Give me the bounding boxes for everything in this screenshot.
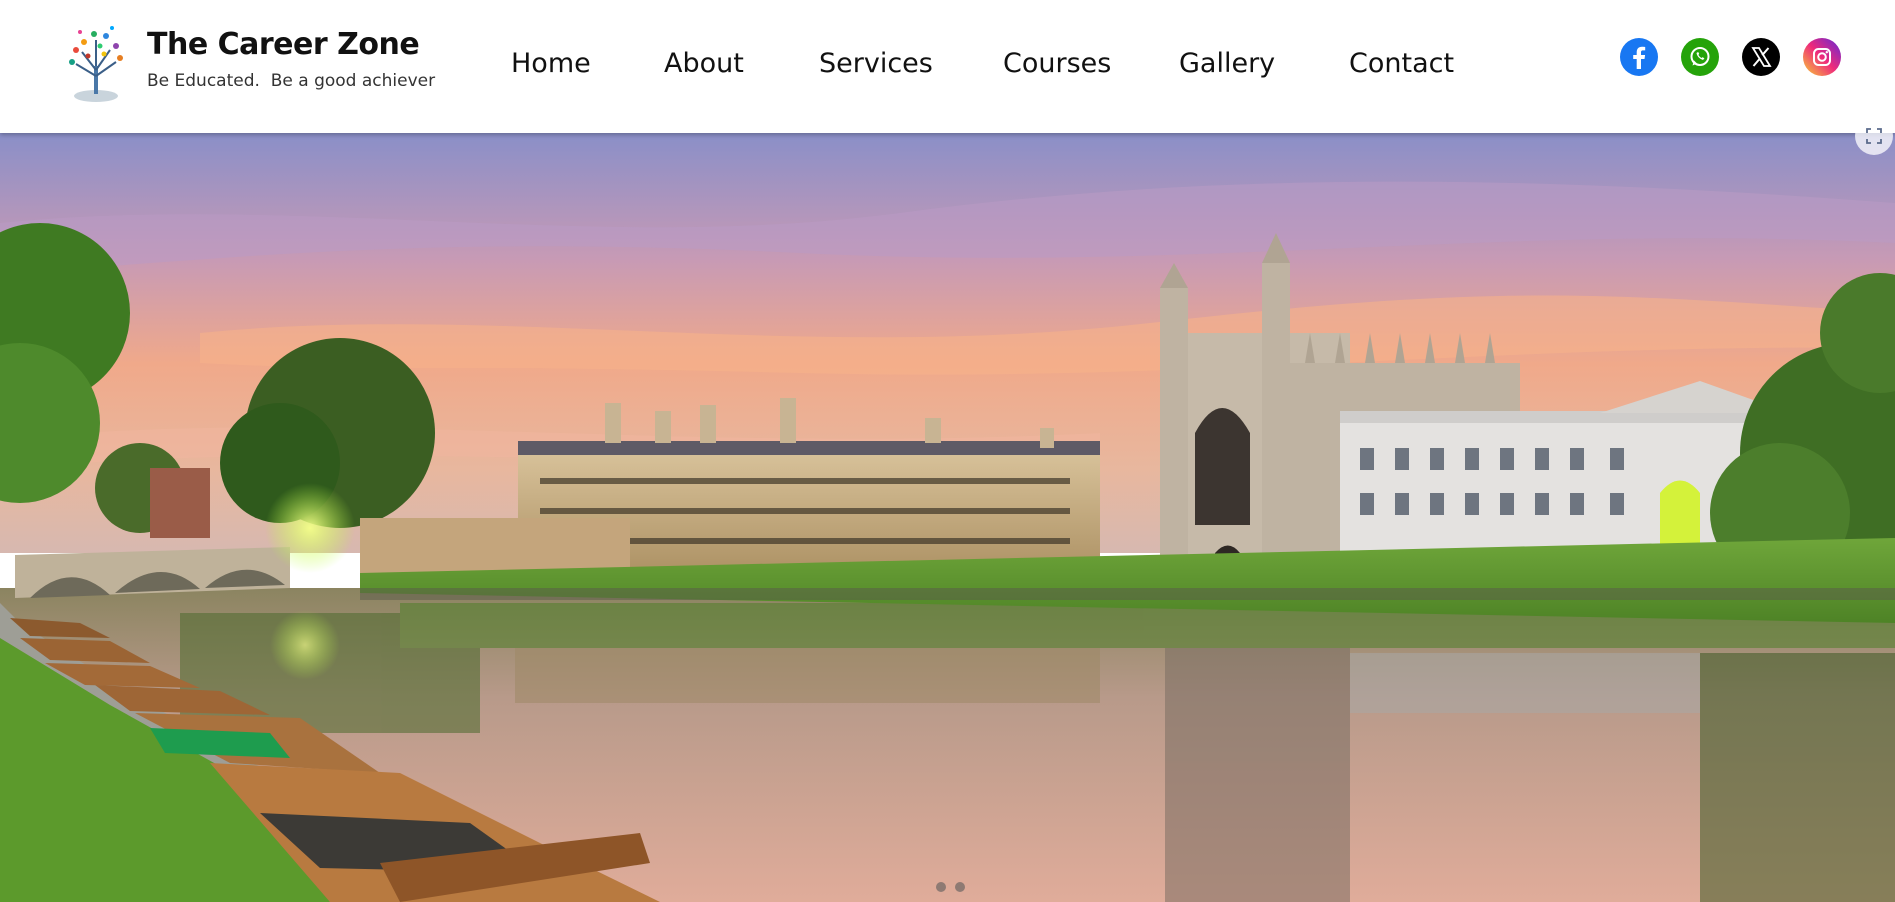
nav-gallery-link[interactable]: Gallery	[1179, 50, 1275, 77]
x-icon	[1742, 38, 1780, 76]
nav-contact-link[interactable]: Contact	[1349, 50, 1454, 77]
site-header: The Career Zone Be Educated. Be a good a…	[0, 0, 1895, 133]
hero-image	[0, 133, 1895, 902]
nav-courses-link[interactable]: Courses	[1003, 50, 1111, 77]
slide-dot-1[interactable]	[936, 882, 946, 892]
whatsapp-icon	[1681, 38, 1719, 76]
instagram-icon	[1803, 38, 1841, 76]
slide-dot-2[interactable]	[955, 882, 965, 892]
hero-slideshow[interactable]	[0, 133, 1895, 902]
brand-title[interactable]: The Career Zone	[147, 30, 435, 60]
nav-services-link[interactable]: Services	[819, 50, 933, 77]
nav-home-link[interactable]: Home	[511, 50, 591, 77]
expand-slideshow-button[interactable]	[1855, 117, 1893, 155]
x-link[interactable]	[1742, 38, 1780, 76]
brand[interactable]: The Career Zone Be Educated. Be a good a…	[147, 30, 435, 90]
whatsapp-link[interactable]	[1681, 38, 1719, 76]
instagram-link[interactable]	[1803, 38, 1841, 76]
brand-tagline: Be Educated. Be a good achiever	[147, 71, 436, 91]
career-zone-logo-icon[interactable]	[64, 20, 128, 104]
expand-icon	[1866, 128, 1882, 144]
facebook-icon	[1620, 38, 1658, 76]
facebook-link[interactable]	[1620, 38, 1658, 76]
nav-about-link[interactable]: About	[664, 50, 744, 77]
